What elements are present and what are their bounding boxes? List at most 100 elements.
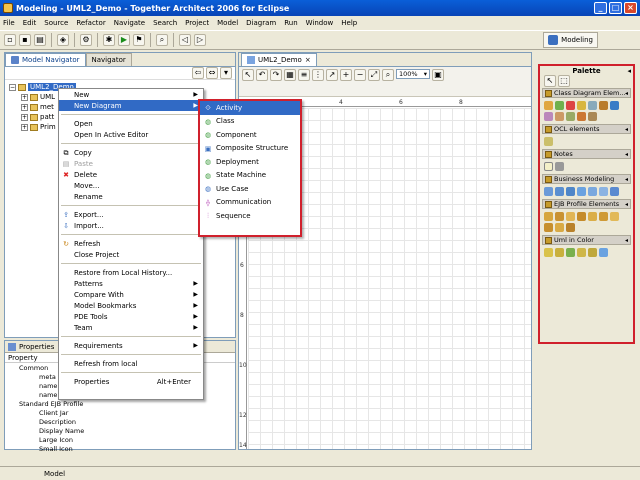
- palette-drawer-class-diagram[interactable]: Class Diagram Elem... ◂: [542, 88, 631, 98]
- property-row[interactable]: Client Jar: [5, 408, 235, 417]
- link-icon[interactable]: ⇔: [206, 67, 218, 79]
- submenu-item-state-machine[interactable]: ◍ State Machine: [200, 169, 300, 183]
- ejb-relation-icon[interactable]: [566, 223, 575, 232]
- submenu-item-composite-structure[interactable]: ▣ Composite Structure: [200, 142, 300, 156]
- link-tool-icon[interactable]: [566, 112, 575, 121]
- run-icon[interactable]: ▶: [118, 34, 130, 46]
- maximize-button[interactable]: □: [609, 2, 622, 14]
- submenu-item-sequence[interactable]: ⫶ Sequence: [200, 209, 300, 223]
- fit-icon[interactable]: ⤢: [368, 69, 380, 81]
- select-icon[interactable]: ↖: [242, 69, 254, 81]
- menu-search[interactable]: Search: [153, 19, 177, 27]
- color-role-icon[interactable]: [555, 248, 564, 257]
- ejb-reference-icon[interactable]: [610, 212, 619, 221]
- menu-item-pde-tools[interactable]: PDE Tools ▶: [59, 311, 203, 322]
- dependency-tool-icon[interactable]: [544, 112, 553, 121]
- business-rule-icon[interactable]: [610, 187, 619, 196]
- zoom-in-icon[interactable]: +: [340, 69, 352, 81]
- menu-project[interactable]: Project: [185, 19, 209, 27]
- menu-item-delete[interactable]: ✖ Delete: [59, 169, 203, 180]
- package-tool-icon[interactable]: [577, 101, 586, 110]
- menu-item-export[interactable]: ⇪ Export...: [59, 209, 203, 220]
- close-button[interactable]: ×: [624, 2, 637, 14]
- tab-uml2-demo[interactable]: UML2_Demo ×: [241, 53, 317, 66]
- submenu-item-activity[interactable]: ⟐ Activity: [200, 101, 300, 115]
- submenu-item-use-case[interactable]: ◍ Use Case: [200, 182, 300, 196]
- note-tool-icon[interactable]: [588, 101, 597, 110]
- menu-item-refresh[interactable]: ↻ Refresh: [59, 238, 203, 249]
- palette-menu-icon[interactable]: ◂: [627, 67, 631, 75]
- property-row[interactable]: Description: [5, 417, 235, 426]
- menu-item-move[interactable]: Move...: [59, 180, 203, 191]
- layout-icon[interactable]: ▦: [284, 69, 296, 81]
- menu-item-refresh-from-local[interactable]: Refresh from local: [59, 358, 203, 369]
- forward-icon[interactable]: ▷: [194, 34, 206, 46]
- menu-model[interactable]: Model: [217, 19, 238, 27]
- search-icon[interactable]: ⌕: [156, 34, 168, 46]
- palette-drawer-notes[interactable]: Notes ◂: [542, 149, 631, 159]
- property-row[interactable]: Large Icon: [5, 435, 235, 444]
- submenu-item-deployment[interactable]: ◍ Deployment: [200, 155, 300, 169]
- menu-item-new[interactable]: New ▶: [59, 89, 203, 100]
- ejb-interface-icon[interactable]: [577, 212, 586, 221]
- menu-item-import[interactable]: ⇩ Import...: [59, 220, 203, 231]
- menu-file[interactable]: File: [3, 19, 15, 27]
- menu-refactor[interactable]: Refactor: [76, 19, 105, 27]
- note-icon[interactable]: [544, 162, 553, 171]
- ejb-method-icon[interactable]: [555, 223, 564, 232]
- model-icon[interactable]: ◈: [57, 34, 69, 46]
- business-usecase-icon[interactable]: [577, 187, 586, 196]
- undo-icon[interactable]: ↶: [256, 69, 268, 81]
- ejb-message-icon[interactable]: [566, 212, 575, 221]
- menu-item-compare-with[interactable]: Compare With ▶: [59, 289, 203, 300]
- minimize-button[interactable]: _: [594, 2, 607, 14]
- menu-navigate[interactable]: Navigate: [114, 19, 145, 27]
- new-icon[interactable]: ▫: [4, 34, 16, 46]
- pointer-tool-icon[interactable]: ↖: [544, 75, 556, 87]
- print-icon[interactable]: ▤: [34, 34, 46, 46]
- color-thing-icon[interactable]: [577, 248, 586, 257]
- color-party-icon[interactable]: [566, 248, 575, 257]
- realization-tool-icon[interactable]: [555, 112, 564, 121]
- menu-diagram[interactable]: Diagram: [246, 19, 276, 27]
- color-link-icon[interactable]: [599, 248, 608, 257]
- ocl-tool-icon[interactable]: [544, 137, 553, 146]
- menu-item-rename[interactable]: Rename: [59, 191, 203, 202]
- zoom-out-icon[interactable]: −: [354, 69, 366, 81]
- menu-item-properties[interactable]: Properties Alt+Enter: [59, 376, 203, 387]
- palette-drawer-ejb-profile[interactable]: EJB Profile Elements ◂: [542, 199, 631, 209]
- menu-window[interactable]: Window: [306, 19, 334, 27]
- tab-model-navigator[interactable]: Model Navigator: [5, 53, 86, 66]
- palette-drawer-uml-in-color[interactable]: Uml in Color ◂: [542, 235, 631, 245]
- submenu-item-component[interactable]: ◍ Component: [200, 128, 300, 142]
- ejb-local-icon[interactable]: [599, 212, 608, 221]
- zoom-area-icon[interactable]: ⌕: [382, 69, 394, 81]
- menu-item-close-project[interactable]: Close Project: [59, 249, 203, 260]
- business-entity-icon[interactable]: [566, 187, 575, 196]
- ejb-session-icon[interactable]: [544, 212, 553, 221]
- enum-tool-icon[interactable]: [566, 101, 575, 110]
- menu-source[interactable]: Source: [44, 19, 68, 27]
- perspective-switcher[interactable]: Modeling: [543, 32, 598, 48]
- generalization-tool-icon[interactable]: [610, 101, 619, 110]
- class-tool-icon[interactable]: [544, 101, 553, 110]
- palette-drawer-ocl[interactable]: OCL elements ◂: [542, 124, 631, 134]
- menu-item-open[interactable]: Open: [59, 118, 203, 129]
- menu-run[interactable]: Run: [284, 19, 297, 27]
- palette-drawer-business-modeling[interactable]: Business Modeling ◂: [542, 174, 631, 184]
- menu-item-open-in-active-editor[interactable]: Open In Active Editor: [59, 129, 203, 140]
- tab-navigator[interactable]: Navigator: [85, 53, 132, 66]
- external-tools-icon[interactable]: ⚑: [133, 34, 145, 46]
- settings-icon[interactable]: ⚙: [80, 34, 92, 46]
- export-image-icon[interactable]: ▣: [432, 69, 444, 81]
- menu-item-model-bookmarks[interactable]: Model Bookmarks ▶: [59, 300, 203, 311]
- property-row[interactable]: Small Icon: [5, 444, 235, 453]
- menu-item-new-diagram[interactable]: New Diagram ▶: [59, 100, 203, 111]
- business-goal-icon[interactable]: [588, 187, 597, 196]
- interface-tool-icon[interactable]: [555, 101, 564, 110]
- distribute-icon[interactable]: ⋮: [312, 69, 324, 81]
- ejb-field-icon[interactable]: [544, 223, 553, 232]
- business-actor-icon[interactable]: [544, 187, 553, 196]
- back-icon[interactable]: ◁: [179, 34, 191, 46]
- zoom-select[interactable]: 100% ▾: [396, 69, 430, 79]
